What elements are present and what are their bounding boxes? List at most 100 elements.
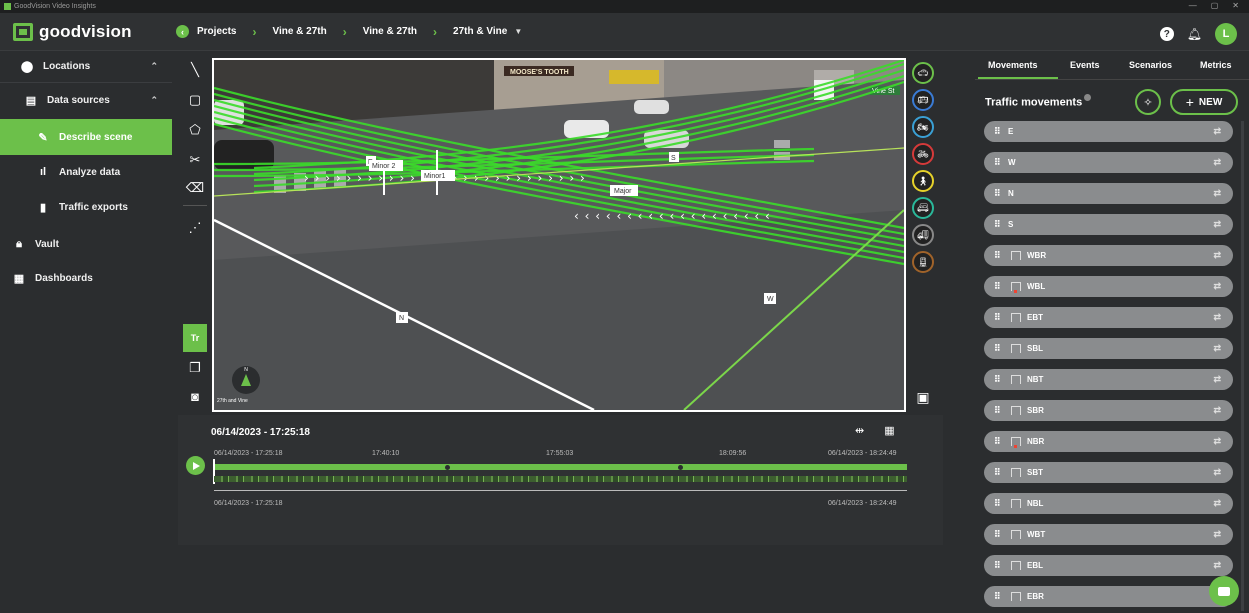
sidebar-item-vault[interactable]: 🔒︎ Vault	[0, 229, 172, 259]
fit-range-icon[interactable]: ⇹	[855, 424, 864, 437]
drag-handle-icon[interactable]: ⠿	[994, 560, 1002, 571]
goodvision-logo[interactable]: goodvision	[13, 22, 163, 42]
train-icon[interactable]: 🚆︎	[912, 251, 934, 273]
motorcycle-icon[interactable]: 🏍︎	[912, 116, 934, 138]
close-icon[interactable]: ✕	[1232, 1, 1239, 10]
movement-item[interactable]: ⠿ WBT ⇄	[984, 524, 1233, 545]
zone-label-major[interactable]: Major	[614, 188, 632, 195]
drag-handle-icon[interactable]: ⠿	[994, 498, 1002, 509]
chat-support-button[interactable]	[1209, 576, 1239, 606]
sidebar-item-dashboards[interactable]: ▦ Dashboards	[0, 263, 172, 293]
drag-handle-icon[interactable]: ⠿	[994, 219, 1002, 230]
drag-handle-icon[interactable]: ⠿	[994, 250, 1002, 261]
copy-icon[interactable]: ❐	[183, 357, 207, 379]
movement-settings-icon[interactable]: ⇄	[1213, 498, 1221, 509]
drag-handle-icon[interactable]: ⠿	[994, 188, 1002, 199]
movement-item[interactable]: ⠿ SBT ⇄	[984, 462, 1233, 483]
movement-item[interactable]: ⠿ NBR ⇄	[984, 431, 1233, 452]
zone-label-minor-2[interactable]: Minor 2	[372, 163, 395, 170]
movement-settings-icon[interactable]: ⇄	[1213, 560, 1221, 571]
drag-handle-icon[interactable]: ⠿	[994, 374, 1002, 385]
drag-handle-icon[interactable]: ⠿	[994, 467, 1002, 478]
zone-label-s[interactable]: S	[671, 155, 676, 162]
tab-events[interactable]: Events	[1070, 60, 1100, 70]
auto-generate-button[interactable]: ✧	[1135, 89, 1161, 115]
camera-icon[interactable]: ◙	[183, 385, 207, 407]
scene-video-frame[interactable]: MOOSE'S TOOTH Vine St › › › › › › › › › …	[212, 58, 906, 412]
scrollbar[interactable]	[1241, 121, 1244, 611]
movement-item[interactable]: ⠿ NBL ⇄	[984, 493, 1233, 514]
movement-settings-icon[interactable]: ⇄	[1213, 188, 1221, 199]
movement-settings-icon[interactable]: ⇄	[1213, 374, 1221, 385]
avatar[interactable]: L	[1215, 23, 1237, 45]
sidebar-item-traffic-exports[interactable]: ▮ Traffic exports	[0, 192, 172, 222]
drag-handle-icon[interactable]: ⠿	[994, 157, 1002, 168]
movement-item[interactable]: ⠿ E ⇄	[984, 121, 1233, 142]
text-tool-icon[interactable]: Tr	[183, 324, 207, 352]
breadcrumb-project[interactable]: Vine & 27th	[272, 26, 326, 37]
movement-item[interactable]: ⠿ WBL ⇄	[984, 276, 1233, 297]
movement-item[interactable]: ⠿ EBT ⇄	[984, 307, 1233, 328]
bicycle-icon[interactable]: 🚲︎	[912, 143, 934, 165]
movement-settings-icon[interactable]: ⇄	[1213, 281, 1221, 292]
sidebar-item-describe-scene[interactable]: ✎ Describe scene	[0, 119, 172, 155]
layers-icon[interactable]: ▣	[912, 386, 934, 408]
back-arrow-icon[interactable]: ‹	[176, 25, 189, 38]
sidebar-item-locations[interactable]: ⬤ Locations ⌃	[0, 51, 172, 81]
zone-label-n[interactable]: N	[399, 315, 404, 322]
scene-canvas[interactable]: MOOSE'S TOOTH Vine St › › › › › › › › › …	[214, 60, 904, 410]
movement-item[interactable]: ⠿ N ⇄	[984, 183, 1233, 204]
calendar-icon[interactable]: ▦	[884, 424, 894, 437]
movement-item[interactable]: ⠿ EBL ⇄	[984, 555, 1233, 576]
drag-handle-icon[interactable]: ⠿	[994, 591, 1002, 602]
zone-label-minor-1[interactable]: Minor1	[424, 173, 446, 180]
drag-handle-icon[interactable]: ⠿	[994, 126, 1002, 137]
drag-handle-icon[interactable]: ⠿	[994, 312, 1002, 323]
movement-item[interactable]: ⠿ S ⇄	[984, 214, 1233, 235]
tab-metrics[interactable]: Metrics	[1200, 60, 1232, 70]
movement-settings-icon[interactable]: ⇄	[1213, 436, 1221, 447]
magic-select-icon[interactable]: ⋰	[183, 217, 207, 239]
range-slider[interactable]	[214, 490, 907, 491]
line-tool-icon[interactable]: ╲	[183, 59, 207, 81]
tab-movements[interactable]: Movements	[988, 60, 1038, 70]
sidebar-item-data-sources[interactable]: ▤ Data sources ⌃	[0, 85, 172, 115]
movement-settings-icon[interactable]: ⇄	[1213, 312, 1221, 323]
breadcrumb-location[interactable]: Vine & 27th	[363, 26, 417, 37]
drag-handle-icon[interactable]: ⠿	[994, 281, 1002, 292]
scissors-tool-icon[interactable]: ✂	[183, 149, 207, 171]
truck-icon[interactable]: 🚚︎	[912, 224, 934, 246]
movement-settings-icon[interactable]: ⇄	[1213, 529, 1221, 540]
pedestrian-icon[interactable]: 🚶︎	[912, 170, 934, 192]
sidebar-item-analyze-data[interactable]: ıl Analyze data	[0, 157, 172, 187]
help-icon[interactable]: ?	[1159, 27, 1174, 41]
new-movement-button[interactable]: + NEW	[1170, 89, 1238, 115]
timeline-marker[interactable]	[678, 465, 683, 470]
timeline-track[interactable]	[214, 464, 907, 470]
info-icon[interactable]	[1084, 94, 1092, 101]
chevron-down-icon[interactable]: ▼	[514, 27, 522, 36]
play-button[interactable]	[186, 456, 205, 475]
movement-item[interactable]: ⠿ SBR ⇄	[984, 400, 1233, 421]
bell-icon[interactable]: 🔔︎	[1187, 27, 1202, 41]
movement-settings-icon[interactable]: ⇄	[1213, 250, 1221, 261]
drag-handle-icon[interactable]: ⠿	[994, 529, 1002, 540]
car-icon[interactable]: 🚗︎	[912, 62, 934, 84]
eraser-tool-icon[interactable]: ⌫	[183, 177, 207, 199]
bus-icon[interactable]: 🚌︎	[912, 89, 934, 111]
movement-item[interactable]: ⠿ WBR ⇄	[984, 245, 1233, 266]
movement-settings-icon[interactable]: ⇄	[1213, 405, 1221, 416]
movement-item[interactable]: ⠿ SBL ⇄	[984, 338, 1233, 359]
movement-settings-icon[interactable]: ⇄	[1213, 126, 1221, 137]
movement-item[interactable]: ⠿ NBT ⇄	[984, 369, 1233, 390]
timeline-marker[interactable]	[445, 465, 450, 470]
breadcrumb-projects[interactable]: Projects	[197, 26, 236, 37]
zone-label-w[interactable]: W	[767, 296, 774, 303]
polygon-tool-icon[interactable]: ⬠	[183, 119, 207, 141]
movement-item[interactable]: ⠿ W ⇄	[984, 152, 1233, 173]
movement-settings-icon[interactable]: ⇄	[1213, 219, 1221, 230]
breadcrumb-data-source[interactable]: 27th & Vine	[453, 26, 507, 37]
movement-settings-icon[interactable]: ⇄	[1213, 343, 1221, 354]
maximize-icon[interactable]: ▢	[1211, 1, 1219, 10]
tab-scenarios[interactable]: Scenarios	[1129, 60, 1172, 70]
